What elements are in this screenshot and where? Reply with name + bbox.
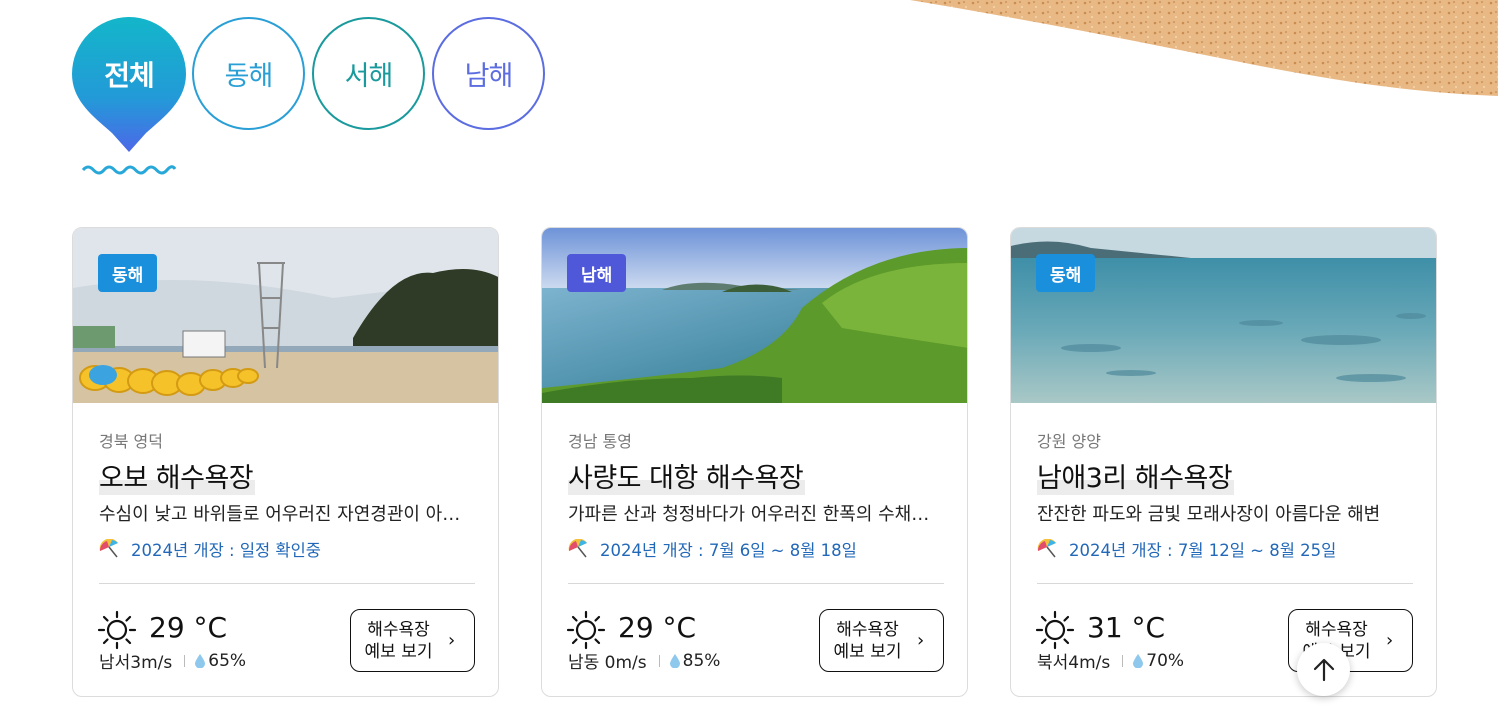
sand-decoration [910, 0, 1498, 96]
temperature-value: 29 [618, 611, 654, 644]
tab-east-sea[interactable]: 동해 [192, 17, 305, 130]
beach-region: 강원 양양 [1037, 432, 1101, 451]
beach-umbrella-icon [1037, 539, 1056, 558]
temperature: 31 °C [1087, 611, 1165, 644]
scroll-to-top-button[interactable] [1297, 643, 1350, 696]
divider [99, 583, 475, 584]
beach-forecast-button[interactable]: 해수욕장 예보 보기 › [819, 609, 944, 672]
temperature-value: 29 [149, 611, 185, 644]
opening-text: 2024년 개장 : 일정 확인중 [131, 541, 321, 560]
separator [658, 654, 660, 667]
tab-west-sea[interactable]: 서해 [312, 17, 425, 130]
forecast-button-label: 해수욕장 예보 보기 [833, 619, 902, 662]
beach-description: 수심이 낮고 바위들로 어우러진 자연경관이 아름다운 해변 [99, 504, 469, 525]
beach-forecast-button[interactable]: 해수욕장 예보 보기 › [350, 609, 475, 672]
chevron-right-icon: › [448, 629, 456, 651]
opening-info: 2024년 개장 : 7월 6일 ~ 8월 18일 [568, 537, 857, 561]
arrow-up-icon [1313, 658, 1334, 681]
wind-value: 남동 0m/s [568, 653, 647, 673]
forecast-button-label: 해수욕장 예보 보기 [364, 619, 433, 662]
chevron-right-icon: › [1386, 629, 1394, 651]
tab-south-sea[interactable]: 남해 [432, 17, 545, 130]
beach-umbrella-icon [99, 539, 118, 558]
wind-humidity: 남동 0m/s 85% [568, 648, 721, 674]
divider [1037, 583, 1413, 584]
temperature: 29 °C [149, 611, 227, 644]
active-tab-wave-indicator [82, 165, 176, 175]
temperature-unit: °C [1131, 611, 1166, 644]
beach-name[interactable]: 남애3리 해수욕장 [1037, 456, 1235, 495]
beach-card[interactable]: 동해 경북 영덕 오보 해수욕장 수심이 낮고 바위들로 어우러진 자연경관이 … [72, 227, 499, 697]
opening-info: 2024년 개장 : 7월 12일 ~ 8월 25일 [1037, 537, 1336, 561]
water-drop-icon [669, 653, 680, 668]
sun-icon [1035, 610, 1075, 650]
beach-region: 경남 통영 [568, 432, 632, 451]
region-badge: 동해 [1036, 254, 1096, 292]
separator [1122, 654, 1124, 667]
water-drop-icon [195, 653, 206, 668]
wind-humidity: 남서3m/s 65% [99, 648, 247, 674]
humidity-value: 70% [1146, 650, 1185, 671]
tab-all-label: 전체 [104, 59, 155, 92]
beach-card[interactable]: 동해 강원 양양 남애3리 해수욕장 잔잔한 파도와 금빛 모래사장이 아름다운… [1010, 227, 1437, 697]
opening-info: 2024년 개장 : 일정 확인중 [99, 537, 321, 561]
chevron-right-icon: › [917, 629, 925, 651]
wind-value: 남서3m/s [99, 653, 173, 673]
tab-all[interactable]: 전체 [72, 17, 186, 157]
separator [184, 654, 186, 667]
humidity-value: 85% [682, 650, 721, 671]
opening-text: 2024년 개장 : 7월 6일 ~ 8월 18일 [600, 541, 857, 560]
region-tabs: 전체 동해 서해 남해 [72, 17, 572, 187]
temperature-value: 31 [1087, 611, 1123, 644]
wind-value: 북서4m/s [1037, 653, 1111, 673]
beach-card[interactable]: 남해 경남 통영 사량도 대항 해수욕장 가파른 산과 청정바다가 어우러진 한… [541, 227, 968, 697]
sun-icon [566, 610, 606, 650]
beach-name[interactable]: 사량도 대항 해수욕장 [568, 456, 806, 495]
water-drop-icon [1133, 653, 1144, 668]
beach-name[interactable]: 오보 해수욕장 [99, 456, 256, 495]
wind-humidity: 북서4m/s 70% [1037, 648, 1185, 674]
opening-text: 2024년 개장 : 7월 12일 ~ 8월 25일 [1069, 541, 1337, 560]
divider [568, 583, 944, 584]
beach-description: 가파른 산과 청정바다가 어우러진 한폭의 수채화 같은 해변 [568, 504, 938, 525]
beach-umbrella-icon [568, 539, 587, 558]
beach-region: 경북 영덕 [99, 432, 163, 451]
temperature-unit: °C [662, 611, 697, 644]
region-badge: 남해 [567, 254, 627, 292]
temperature-unit: °C [193, 611, 228, 644]
region-badge: 동해 [98, 254, 158, 292]
temperature: 29 °C [618, 611, 696, 644]
beach-description: 잔잔한 파도와 금빛 모래사장이 아름다운 해변 [1037, 504, 1381, 525]
sun-icon [97, 610, 137, 650]
humidity-value: 65% [208, 650, 247, 671]
